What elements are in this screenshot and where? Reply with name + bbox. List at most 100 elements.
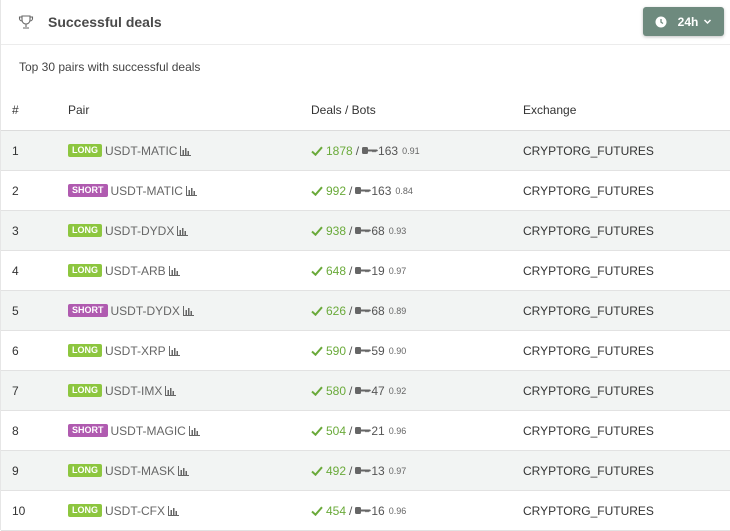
pair-name[interactable]: USDT-MASK — [105, 464, 175, 478]
success-ratio: 0.90 — [388, 345, 407, 356]
deals-bots-cell: 648/ 19 0.97 — [311, 250, 523, 291]
row-number: 2 — [1, 170, 68, 211]
pair-name[interactable]: USDT-CFX — [105, 504, 165, 518]
deals-count: 492 — [326, 463, 347, 478]
bots-count: 47 — [371, 383, 385, 398]
check-icon — [311, 506, 323, 517]
check-icon — [311, 466, 323, 477]
separator: / — [349, 423, 353, 438]
key-icon — [355, 267, 372, 275]
column-header-pair: Pair — [68, 90, 311, 131]
separator: / — [349, 343, 353, 358]
pair-cell: LONG USDT-MATIC — [68, 130, 311, 171]
success-ratio: 0.93 — [388, 225, 407, 236]
key-icon — [355, 387, 372, 395]
pair-name[interactable]: USDT-DYDX — [105, 224, 174, 238]
table-row: 10 LONG USDT-CFX 454/ 16 0.96 CRYPTORG_FUTU… — [1, 490, 730, 531]
bots-count: 21 — [371, 423, 385, 438]
column-header-number: # — [1, 90, 68, 131]
pair-name[interactable]: USDT-ARB — [105, 264, 166, 278]
period-label: 24h — [677, 14, 699, 29]
key-icon — [355, 347, 372, 355]
deals-count: 580 — [326, 383, 347, 398]
deals-bots-cell: 626/ 68 0.89 — [311, 290, 523, 331]
row-number: 6 — [1, 330, 68, 371]
row-number: 3 — [1, 210, 68, 251]
key-icon — [355, 307, 372, 315]
exchange-name: CRYPTORG_FUTURES — [523, 170, 730, 211]
exchange-name: CRYPTORG_FUTURES — [523, 370, 730, 411]
pair-name[interactable]: USDT-MATIC — [105, 144, 177, 158]
bar-chart-icon[interactable] — [185, 185, 197, 196]
direction-badge: LONG — [68, 224, 102, 238]
exchange-name: CRYPTORG_FUTURES — [523, 290, 730, 331]
row-number: 7 — [1, 370, 68, 411]
bar-chart-icon[interactable] — [168, 345, 180, 356]
pair-cell: LONG USDT-IMX — [68, 370, 311, 411]
exchange-name: CRYPTORG_FUTURES — [523, 490, 730, 531]
bar-chart-icon[interactable] — [180, 145, 192, 156]
deals-bots-cell: 1878/ 163 0.91 — [311, 130, 523, 171]
deals-count: 648 — [326, 263, 347, 278]
table-row: 1 LONG USDT-MATIC 1878/ 163 0.91 CRYPTORG_F… — [1, 130, 730, 171]
direction-badge: LONG — [68, 344, 102, 358]
success-ratio: 0.96 — [388, 425, 407, 436]
row-number: 9 — [1, 450, 68, 491]
deals-table: # Pair Deals / Bots Exchange 1 LONG USDT-… — [1, 90, 730, 531]
key-icon — [355, 187, 372, 195]
row-number: 4 — [1, 250, 68, 291]
bar-chart-icon[interactable] — [178, 465, 190, 476]
deals-bots-cell: 504/ 21 0.96 — [311, 410, 523, 451]
pair-name[interactable]: USDT-XRP — [105, 344, 166, 358]
column-header-deals-bots: Deals / Bots — [311, 90, 523, 131]
check-icon — [311, 386, 323, 397]
bots-count: 16 — [371, 503, 385, 518]
success-ratio: 0.92 — [388, 385, 407, 396]
pair-name[interactable]: USDT-MAGIC — [111, 424, 186, 438]
pair-cell: SHORT USDT-MAGIC — [68, 410, 311, 451]
key-icon — [355, 507, 372, 515]
bots-count: 163 — [371, 183, 392, 198]
exchange-name: CRYPTORG_FUTURES — [523, 250, 730, 291]
table-row: 5 SHORT USDT-DYDX 626/ 68 0.89 CRYPTORG_FUT… — [1, 290, 730, 331]
table-row: 4 LONG USDT-ARB 648/ 19 0.97 CRYPTORG_FUTUR… — [1, 250, 730, 291]
pair-cell: LONG USDT-DYDX — [68, 210, 311, 251]
card-title: Successful deals — [48, 14, 162, 30]
separator: / — [349, 383, 353, 398]
bar-chart-icon[interactable] — [177, 225, 189, 236]
direction-badge: LONG — [68, 264, 102, 278]
table-row: 9 LONG USDT-MASK 492/ 13 0.97 CRYPTORG_FUTU… — [1, 450, 730, 491]
check-icon — [311, 186, 323, 197]
success-ratio: 0.97 — [388, 465, 407, 476]
separator: / — [355, 143, 360, 158]
deals-count: 590 — [326, 343, 347, 358]
table-row: 7 LONG USDT-IMX 580/ 47 0.92 CRYPTORG_FUTUR… — [1, 370, 730, 411]
deals-bots-cell: 938/ 68 0.93 — [311, 210, 523, 251]
table-header-row: # Pair Deals / Bots Exchange — [1, 90, 730, 131]
table-row: 2 SHORT USDT-MATIC 992/ 163 0.84 CRYPTORG_F… — [1, 170, 730, 211]
check-icon — [311, 346, 323, 357]
bar-chart-icon[interactable] — [165, 385, 177, 396]
key-icon — [355, 427, 372, 435]
pair-name[interactable]: USDT-DYDX — [111, 304, 180, 318]
pair-name[interactable]: USDT-MATIC — [111, 184, 183, 198]
bar-chart-icon[interactable] — [182, 305, 194, 316]
separator: / — [349, 303, 353, 318]
direction-badge: SHORT — [68, 184, 108, 198]
bots-count: 68 — [371, 303, 385, 318]
direction-badge: LONG — [68, 384, 102, 398]
pair-name[interactable]: USDT-IMX — [105, 384, 162, 398]
separator: / — [349, 463, 353, 478]
bar-chart-icon[interactable] — [168, 265, 180, 276]
pair-cell: LONG USDT-ARB — [68, 250, 311, 291]
table-row: 6 LONG USDT-XRP 590/ 59 0.90 CRYPTORG_FUTUR… — [1, 330, 730, 371]
column-header-exchange: Exchange — [523, 90, 730, 131]
period-dropdown-button[interactable]: 24h — [643, 7, 724, 36]
bar-chart-icon[interactable] — [188, 425, 200, 436]
deals-bots-cell: 580/ 47 0.92 — [311, 370, 523, 411]
bar-chart-icon[interactable] — [168, 505, 179, 516]
pair-cell: LONG USDT-MASK — [68, 450, 311, 491]
bots-count: 13 — [371, 463, 385, 478]
check-icon — [311, 226, 323, 237]
direction-badge: SHORT — [68, 304, 108, 318]
